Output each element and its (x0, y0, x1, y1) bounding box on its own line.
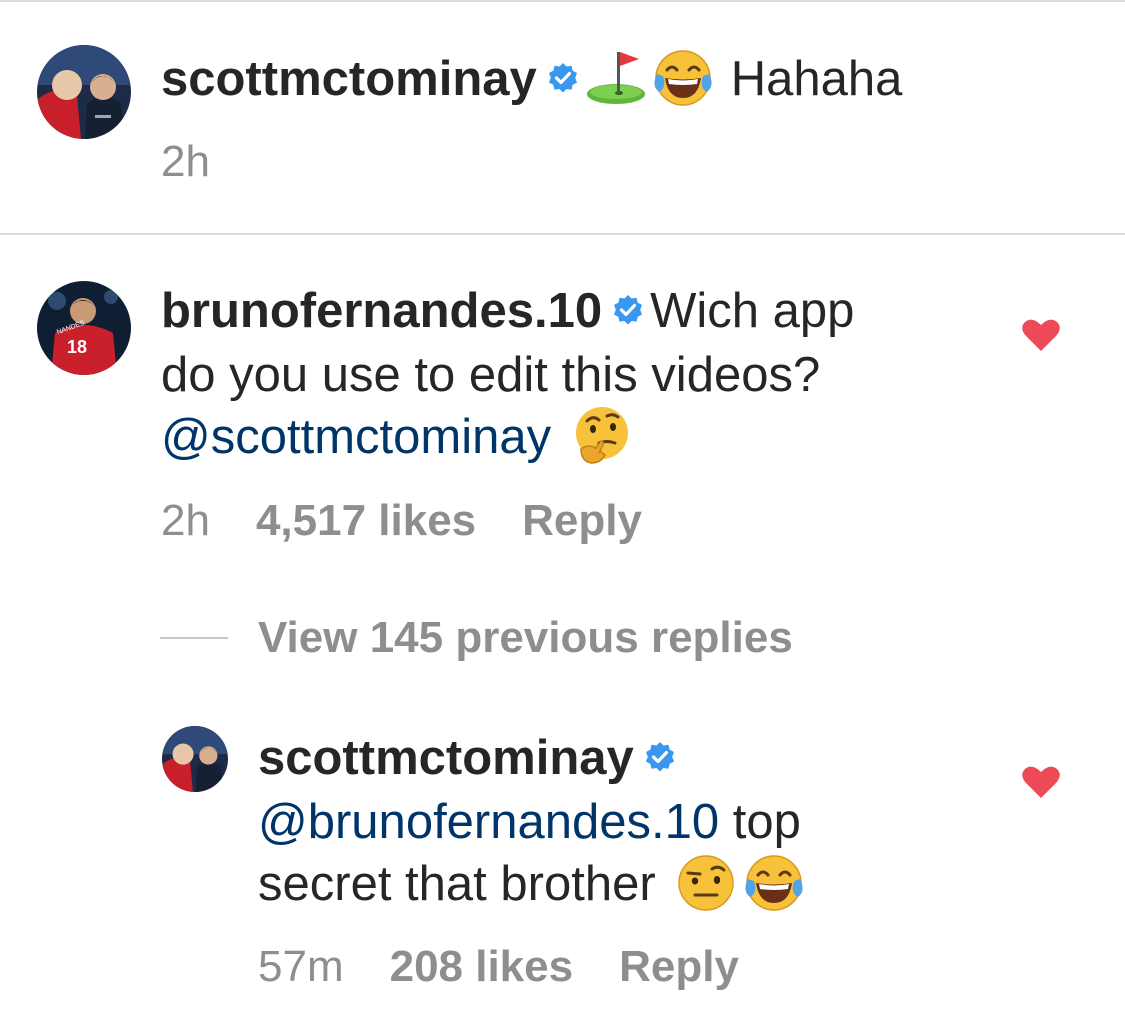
tears-of-joy-icon (743, 853, 804, 913)
golf-flag-icon (585, 48, 647, 108)
comment-line: scottmctominay Hahaha (161, 47, 902, 112)
comment-meta: 57m 208 likes Reply (258, 941, 785, 993)
tears-of-joy-icon (652, 48, 713, 108)
mention-link[interactable]: @scottmctominay (161, 410, 551, 464)
svg-text:18: 18 (67, 337, 87, 357)
comment-text: Hahaha (730, 52, 903, 106)
view-previous-replies[interactable]: View 145 previous replies (258, 612, 839, 664)
heart-icon[interactable] (1021, 764, 1061, 800)
reply-button[interactable]: Reply (619, 942, 739, 991)
verified-badge-icon (612, 294, 644, 327)
replies-divider-line (160, 637, 228, 639)
comment-line: @scottmctominay (161, 405, 633, 471)
reply-button[interactable]: Reply (522, 496, 642, 545)
top-divider (0, 0, 1125, 2)
comment-line: brunofernandes.10 Wich app (161, 279, 854, 343)
comment-line: @brunofernandes.10 top (258, 790, 801, 854)
comment-text: top (732, 795, 801, 849)
comment-text-line: do you use to edit this videos? (161, 348, 821, 402)
mention-link[interactable]: @brunofernandes.10 (258, 795, 719, 849)
comment-divider (0, 233, 1125, 235)
comment-meta: 2h (161, 136, 256, 188)
avatar[interactable]: 18 NANDES (37, 281, 131, 375)
comment-line: scottmctominay (258, 726, 682, 790)
comment-line: secret that brother (258, 852, 804, 917)
verified-badge-icon (547, 62, 579, 95)
comment-time: 2h (161, 137, 210, 186)
avatar[interactable] (37, 45, 131, 139)
thinking-face-icon (571, 405, 633, 467)
likes-count[interactable]: 4,517 likes (256, 496, 476, 545)
view-replies-label[interactable]: View 145 previous replies (258, 613, 793, 662)
comment-text: secret that brother (258, 857, 656, 911)
comment-meta: 2h 4,517 likes Reply (161, 495, 688, 547)
username[interactable]: brunofernandes.10 (161, 284, 602, 338)
comment-time: 57m (258, 942, 344, 991)
verified-badge-icon (644, 741, 676, 774)
likes-count[interactable]: 208 likes (390, 942, 574, 991)
comment-text: Wich app (650, 284, 855, 338)
username[interactable]: scottmctominay (258, 731, 634, 785)
comment-time: 2h (161, 496, 210, 545)
raised-eyebrow-face-icon (676, 853, 736, 913)
heart-icon[interactable] (1021, 317, 1061, 353)
avatar[interactable] (162, 726, 228, 792)
username[interactable]: scottmctominay (161, 52, 537, 106)
